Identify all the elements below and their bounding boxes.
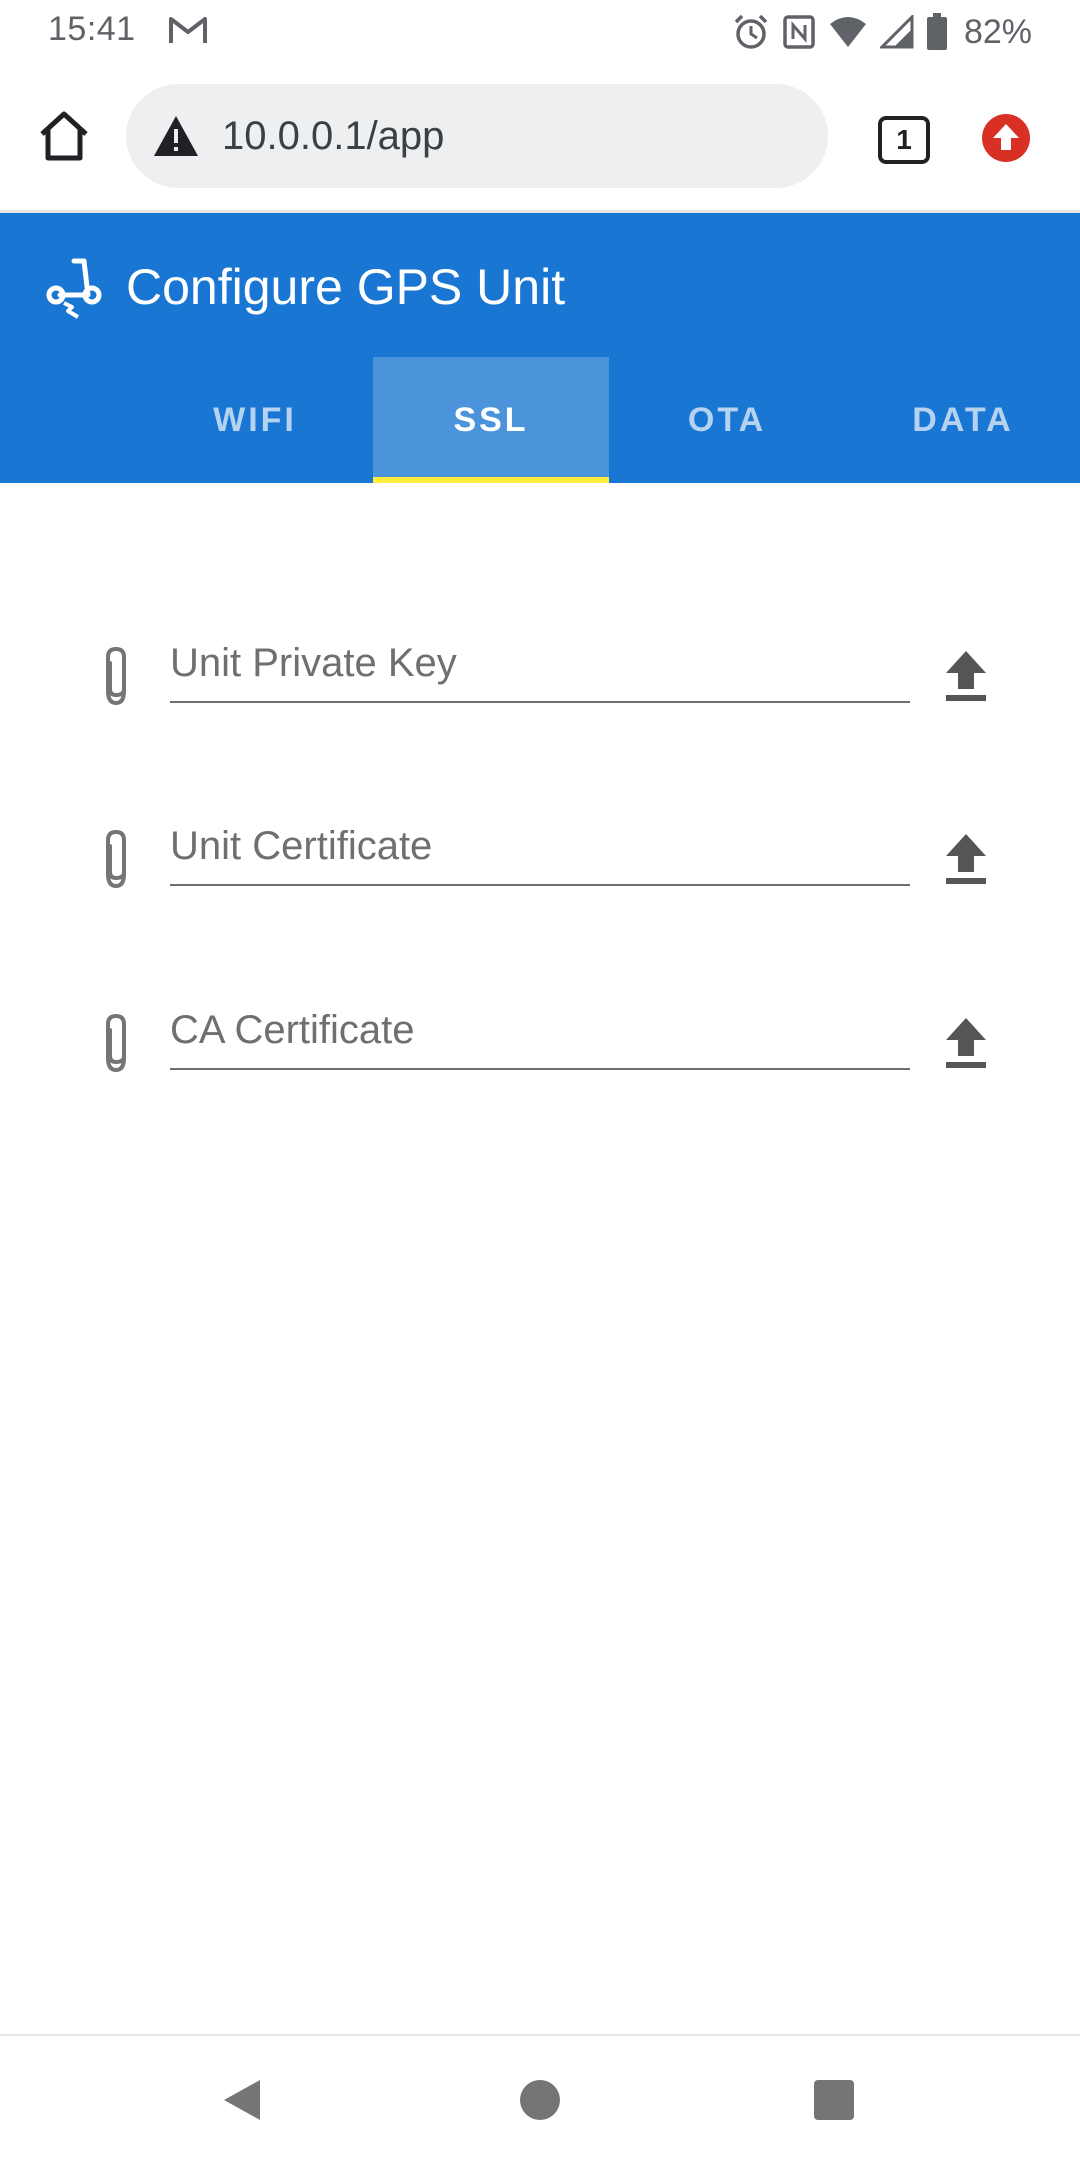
tab-wifi[interactable]: WIFI <box>137 357 373 483</box>
unit-certificate-input[interactable]: Unit Certificate <box>170 814 910 886</box>
home-circle-icon[interactable] <box>520 2080 560 2120</box>
upload-icon[interactable] <box>940 1014 992 1072</box>
home-icon[interactable] <box>36 108 92 164</box>
signal-icon <box>879 15 914 49</box>
paperclip-icon <box>96 828 136 892</box>
url-text[interactable]: 10.0.0.1/app <box>222 114 444 159</box>
tab-bar: WIFI SSL OTA DATA <box>137 357 1080 483</box>
paperclip-icon <box>96 1012 136 1076</box>
tab-switcher-button[interactable]: 1 <box>878 116 930 164</box>
tab-ota[interactable]: OTA <box>609 357 845 483</box>
upload-icon[interactable] <box>940 830 992 888</box>
update-available-icon[interactable] <box>980 112 1032 164</box>
browser-toolbar: 10.0.0.1/app 1 <box>0 64 1080 213</box>
wifi-icon <box>828 15 868 49</box>
system-navigation-bar <box>0 2034 1080 2162</box>
alarm-icon <box>732 13 770 51</box>
not-secure-warning-icon[interactable] <box>152 114 200 158</box>
recents-icon[interactable] <box>814 2080 854 2120</box>
back-icon[interactable] <box>220 2078 264 2122</box>
gmail-icon <box>168 14 208 46</box>
status-bar: 15:41 82% <box>0 0 1080 64</box>
address-bar[interactable]: 10.0.0.1/app <box>126 84 828 188</box>
private-key-field: Unit Private Key <box>0 617 1080 727</box>
tab-ssl[interactable]: SSL <box>373 357 609 483</box>
private-key-input[interactable]: Unit Private Key <box>170 631 910 703</box>
page-title: Configure GPS Unit <box>126 259 566 315</box>
status-time: 15:41 <box>48 10 136 48</box>
unit-certificate-field: Unit Certificate <box>0 800 1080 910</box>
ca-certificate-input[interactable]: CA Certificate <box>170 998 910 1070</box>
ca-certificate-field: CA Certificate <box>0 984 1080 1094</box>
upload-icon[interactable] <box>940 647 992 705</box>
tab-data[interactable]: DATA <box>845 357 1080 483</box>
paperclip-icon <box>96 645 136 709</box>
battery-percent: 82% <box>963 12 1032 51</box>
app-header: Configure GPS Unit WIFI SSL OTA DATA <box>0 213 1080 483</box>
battery-icon <box>926 13 948 51</box>
nfc-icon <box>782 14 816 50</box>
scooter-icon <box>44 255 104 319</box>
